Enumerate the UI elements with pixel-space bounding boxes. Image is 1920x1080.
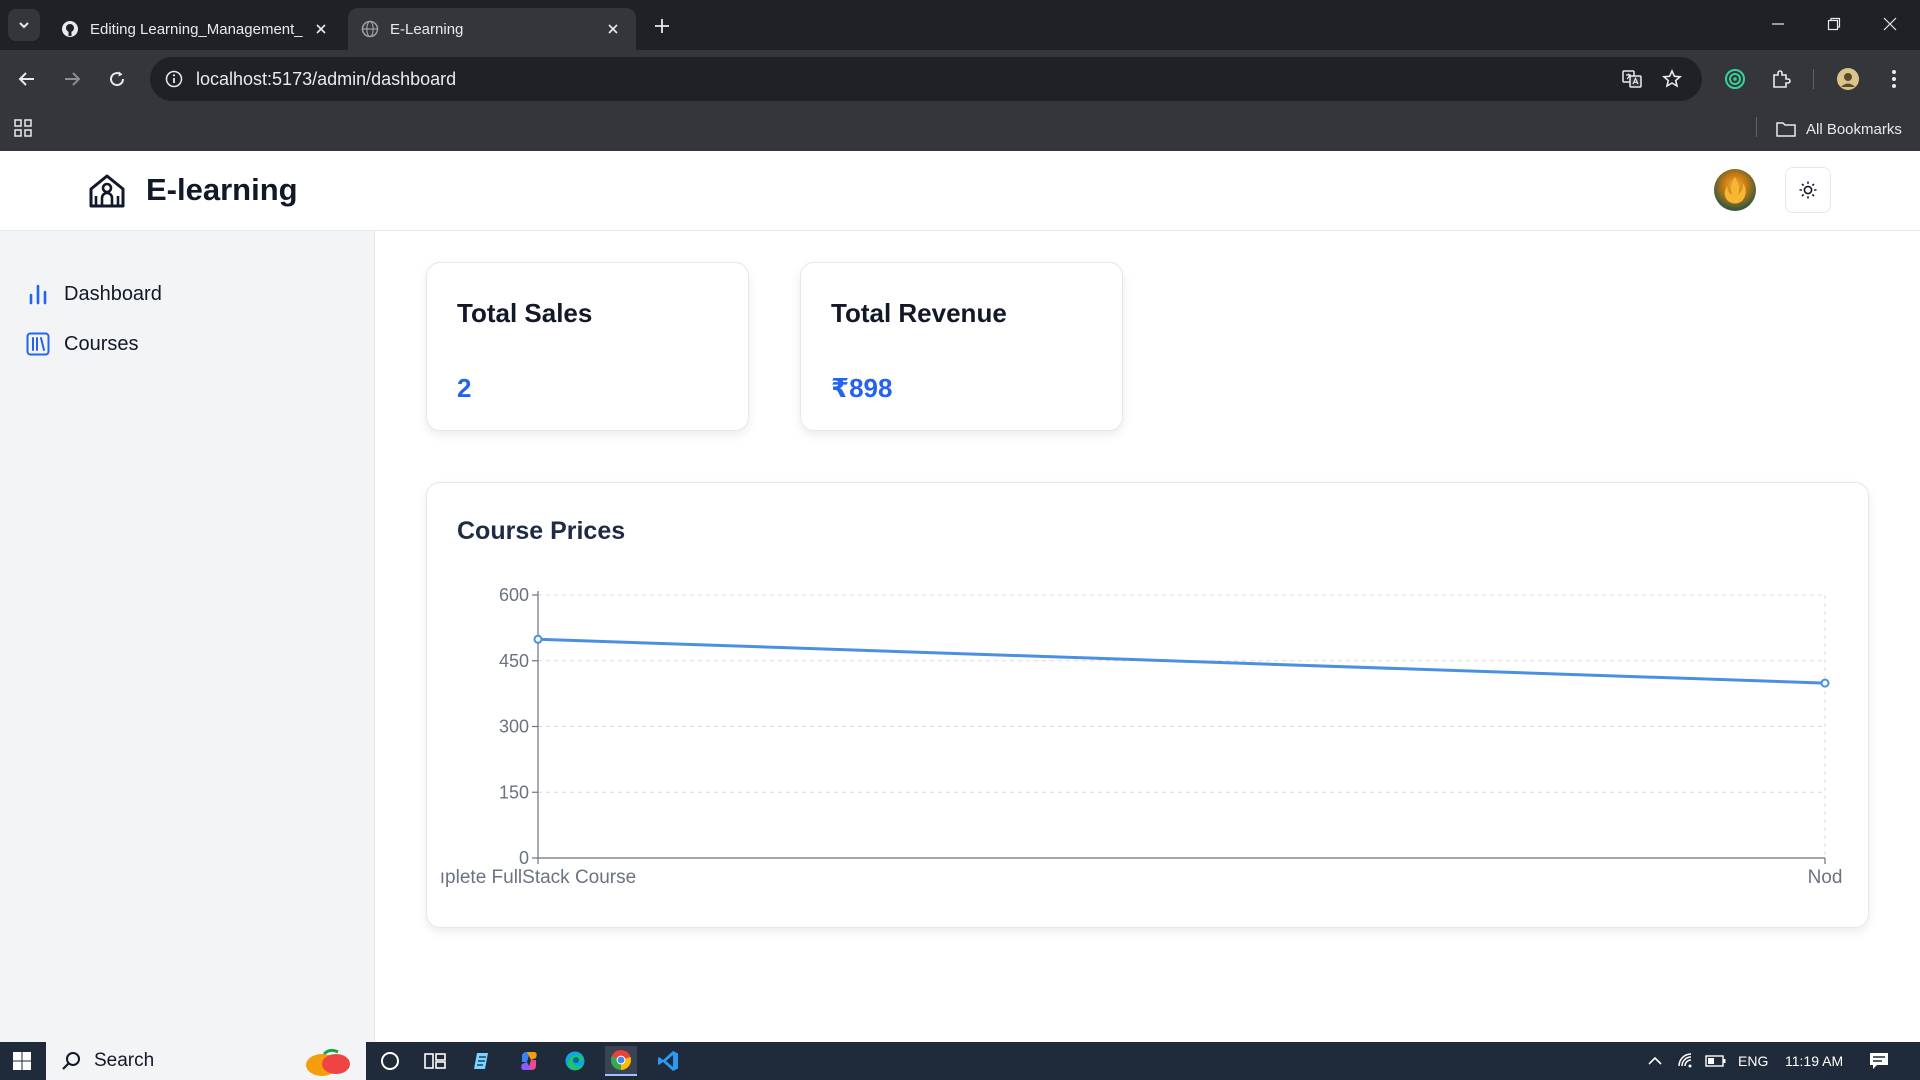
y-tick-label: 300 [499,717,529,737]
browser-tab-elearning[interactable]: E-Learning [348,8,636,50]
y-tick-label: 0 [519,848,529,868]
globe-icon [360,19,380,39]
notifications-icon[interactable] [1863,1046,1895,1076]
toolbar-divider [1813,69,1814,89]
sun-icon [1799,181,1817,199]
reload-button[interactable] [101,63,133,95]
close-icon[interactable] [602,18,624,40]
windows-icon [13,1052,31,1070]
browser-tab-github[interactable]: Editing Learning_Management_ [48,8,344,50]
restore-button[interactable] [1806,0,1862,48]
reload-icon [110,71,125,87]
browser-toolbar: localhost:5173/admin/dashboard [0,50,1920,108]
url-text[interactable]: localhost:5173/admin/dashboard [196,69,456,90]
cortana-icon[interactable] [374,1046,406,1076]
close-icon[interactable] [310,18,332,40]
plus-icon [655,19,669,33]
sidebar-item-courses[interactable]: Courses [26,327,138,361]
minimize-icon [1772,23,1784,25]
copilot-app-icon[interactable] [513,1046,545,1076]
language-indicator[interactable]: ENG [1738,1053,1768,1069]
site-info-icon[interactable] [160,65,188,93]
total-revenue-card: Total Revenue ₹898 [800,262,1123,431]
all-bookmarks-label: All Bookmarks [1806,120,1902,138]
battery-icon[interactable] [1700,1046,1732,1076]
task-view-icon[interactable] [419,1046,451,1076]
card-title: Total Revenue [831,298,1007,328]
profile-avatar-icon[interactable] [1832,63,1864,95]
browser-menu-button[interactable] [1878,63,1910,95]
user-avatar[interactable] [1714,169,1756,211]
notepad-app-icon[interactable] [467,1046,499,1076]
chrome-app-icon[interactable] [605,1046,637,1076]
x-tick-label: Nod [1808,867,1843,888]
new-tab-button[interactable] [648,12,676,40]
extension-target-icon[interactable] [1719,63,1751,95]
x-tick-label: ıplete FullStack Course [440,867,636,888]
bookmarks-bar: All Bookmarks [0,108,1920,151]
forward-button[interactable] [56,63,88,95]
taskbar-search-label: Search [94,1050,155,1071]
bookmarks-divider [1756,117,1757,137]
folder-icon [1776,122,1796,137]
sidebar-item-dashboard[interactable]: Dashboard [26,277,162,311]
minimize-button[interactable] [1750,0,1806,48]
bookmark-star-icon[interactable] [1658,65,1686,93]
search-highlight-image [302,1046,358,1076]
windows-taskbar: Search ENG 11:19 AM [0,1042,1920,1080]
card-title: Total Sales [457,298,593,328]
sidebar-item-label: Courses [64,332,139,355]
translate-icon[interactable] [1618,65,1646,93]
y-tick-label: 600 [499,585,529,605]
course-prices-line-chart: 0 150 300 450 600 ıplete FullStack Course Nod [440,585,1843,888]
course-prices-chart-card: Course Prices 0 150 300 450 600 ıplete FullSt… [426,482,1869,928]
all-bookmarks-button[interactable]: All Bookmarks [1776,116,1902,142]
tab-title: E-Learning [390,20,464,38]
total-sales-card: Total Sales 2 [426,262,749,431]
extensions-puzzle-icon[interactable] [1765,63,1797,95]
clock[interactable]: 11:19 AM [1785,1053,1843,1069]
brand-title: E-learning [146,172,298,207]
arrow-right-icon [65,72,81,86]
back-button[interactable] [11,63,43,95]
sidebar: Dashboard Courses [0,231,375,1042]
main-content: Total Sales 2 Total Revenue ₹898 Course … [376,231,1920,1042]
close-window-button[interactable] [1862,0,1918,48]
restore-icon [1827,17,1841,31]
apps-grid-icon[interactable] [13,118,33,143]
chevron-up-icon[interactable] [1639,1046,1671,1076]
address-bar[interactable]: localhost:5173/admin/dashboard [150,57,1702,101]
github-icon [60,19,80,39]
app-header: E-learning [0,151,1920,231]
taskbar-search[interactable]: Search [46,1042,366,1080]
close-icon [1883,17,1897,31]
vscode-app-icon[interactable] [652,1046,684,1076]
y-tick-label: 150 [499,782,529,802]
chevron-down-icon [19,22,29,29]
wifi-icon[interactable] [1671,1046,1703,1076]
y-tick-label: 450 [499,651,529,671]
edge-app-icon[interactable] [559,1046,591,1076]
data-point [533,634,543,644]
card-value: ₹898 [831,373,893,403]
card-value: 2 [457,373,472,403]
library-icon [26,332,50,356]
school-icon [89,174,125,208]
tab-search-button[interactable] [8,9,40,41]
brand[interactable]: E-learning [88,171,298,209]
bar-chart-icon [29,284,47,305]
search-icon [62,1052,80,1070]
arrow-left-icon [18,72,34,86]
browser-tab-strip: Editing Learning_Management_ E-Learning [0,0,1920,50]
data-point [1820,678,1830,688]
start-button[interactable] [0,1042,44,1080]
sidebar-item-label: Dashboard [64,282,162,305]
theme-toggle-button[interactable] [1785,167,1831,213]
tab-title: Editing Learning_Management_ [90,20,303,38]
more-vertical-icon [1892,70,1896,88]
